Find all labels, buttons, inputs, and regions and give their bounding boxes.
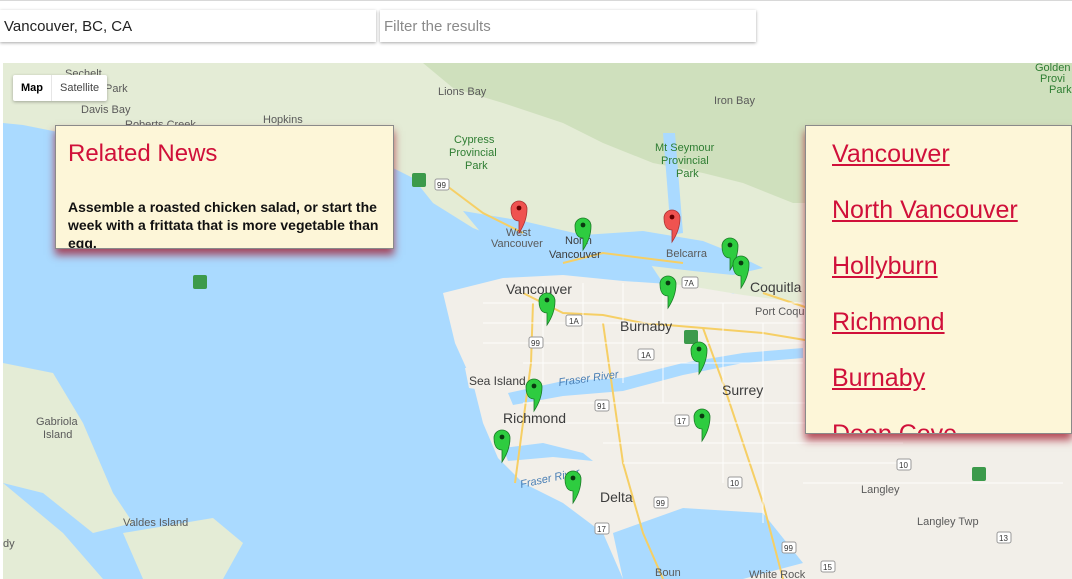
location-input[interactable] [0, 10, 376, 42]
svg-text:Surrey: Surrey [722, 382, 763, 398]
svg-text:1A: 1A [569, 317, 579, 326]
related-news-title: Related News [68, 140, 218, 167]
related-news-panel: Related News Assemble a roasted chicken … [55, 125, 394, 249]
news-item-text[interactable]: Assemble a roasted chicken salad, or sta… [68, 198, 381, 248]
svg-text:Port Coqu: Port Coqu [755, 306, 805, 318]
svg-text:Park: Park [465, 160, 488, 172]
satellite-view-button[interactable]: Satellite [51, 75, 107, 101]
city-link-hollyburn[interactable]: Hollyburn [832, 250, 1071, 306]
svg-text:Gabriola: Gabriola [36, 416, 78, 428]
svg-text:Provincial: Provincial [661, 155, 709, 167]
svg-text:10: 10 [899, 461, 908, 470]
city-link-richmond[interactable]: Richmond [832, 306, 1071, 362]
svg-text:17: 17 [597, 525, 606, 534]
svg-text:Belcarra: Belcarra [666, 248, 708, 260]
svg-text:Vancouver: Vancouver [549, 249, 601, 261]
svg-text:dy: dy [3, 538, 15, 550]
svg-text:Vancouver: Vancouver [506, 281, 572, 297]
svg-text:Park: Park [1049, 84, 1072, 96]
map-type-control: Map Satellite [13, 75, 108, 101]
svg-text:91: 91 [597, 402, 606, 411]
city-link-north-vancouver[interactable]: North Vancouver [832, 194, 1071, 250]
svg-text:15: 15 [823, 563, 832, 572]
svg-text:Burnaby: Burnaby [620, 318, 672, 334]
svg-text:Boun: Boun [655, 567, 681, 579]
svg-text:Sea Island: Sea Island [469, 374, 526, 388]
filter-input[interactable] [380, 10, 756, 42]
svg-text:1A: 1A [641, 351, 651, 360]
svg-text:Delta: Delta [600, 489, 633, 505]
svg-text:Iron Bay: Iron Bay [714, 95, 755, 107]
svg-text:Provincial: Provincial [449, 147, 497, 159]
svg-text:13: 13 [999, 534, 1008, 543]
svg-text:Coquitla: Coquitla [750, 279, 802, 295]
svg-text:Mt Seymour: Mt Seymour [655, 142, 715, 154]
city-link-vancouver[interactable]: Vancouver [832, 138, 1071, 194]
svg-text:99: 99 [531, 339, 540, 348]
svg-text:Lions Bay: Lions Bay [438, 86, 487, 98]
svg-text:17: 17 [677, 417, 686, 426]
svg-text:10: 10 [730, 479, 739, 488]
svg-text:Park: Park [676, 168, 699, 180]
svg-text:Vancouver: Vancouver [491, 238, 543, 250]
city-link-burnaby[interactable]: Burnaby [832, 362, 1071, 418]
svg-text:Langley Twp: Langley Twp [917, 516, 979, 528]
svg-text:Park: Park [105, 83, 128, 95]
svg-text:Langley: Langley [861, 484, 900, 496]
top-divider [0, 0, 1072, 1]
svg-text:Island: Island [43, 429, 72, 441]
svg-text:Davis Bay: Davis Bay [81, 104, 131, 116]
svg-text:7A: 7A [684, 279, 694, 288]
city-list-panel: Vancouver North Vancouver Hollyburn Rich… [805, 125, 1072, 434]
map-view-button[interactable]: Map [13, 75, 51, 101]
svg-text:99: 99 [656, 499, 665, 508]
svg-text:99: 99 [437, 181, 446, 190]
svg-text:Cypress: Cypress [454, 134, 495, 146]
city-link-deep-cove[interactable]: Deep Cove [832, 418, 1071, 433]
svg-text:Valdes Island: Valdes Island [123, 517, 188, 529]
svg-text:White Rock: White Rock [749, 569, 806, 579]
svg-text:99: 99 [784, 544, 793, 553]
svg-text:Richmond: Richmond [503, 410, 566, 426]
